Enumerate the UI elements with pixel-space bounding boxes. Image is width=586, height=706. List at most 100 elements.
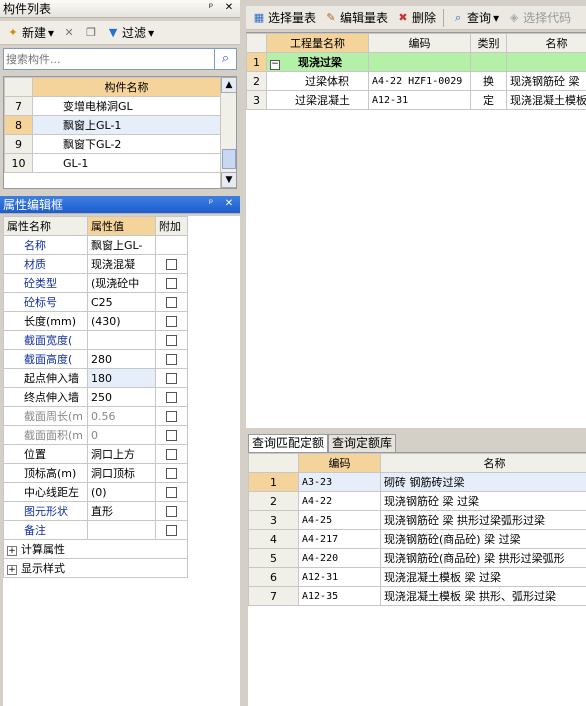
property-value[interactable]: (现浇砼中 bbox=[87, 273, 156, 293]
expand-icon[interactable]: + bbox=[7, 565, 17, 575]
property-value[interactable]: (430) bbox=[87, 311, 156, 331]
group-row-calc[interactable]: + 计算属性 bbox=[3, 539, 188, 559]
property-value[interactable] bbox=[87, 520, 156, 540]
type-cell[interactable]: 换 bbox=[470, 71, 507, 91]
property-row[interactable]: 截面高度(280 bbox=[3, 349, 188, 369]
component-name[interactable]: 飘窗下GL-2 bbox=[32, 134, 221, 154]
property-value[interactable]: 现浇混凝 bbox=[87, 254, 156, 274]
checkbox[interactable] bbox=[166, 449, 177, 460]
quota-code-header[interactable]: 编码 bbox=[298, 453, 381, 473]
quota-name[interactable]: 现浇钢筋砼 梁 拱形过梁弧形过梁 bbox=[380, 510, 586, 530]
quota-code[interactable]: A4-217 bbox=[298, 529, 381, 549]
checkbox[interactable] bbox=[166, 487, 177, 498]
property-row[interactable]: 图元形状 直形 bbox=[3, 501, 188, 521]
code-cell[interactable]: A12-31 bbox=[368, 90, 471, 110]
quantity-name[interactable]: 过梁体积 bbox=[266, 71, 369, 91]
close-icon[interactable]: ✕ bbox=[222, 1, 236, 15]
property-row[interactable]: 截面面积(m 0 bbox=[3, 425, 188, 445]
property-row[interactable]: 名称 飘窗上GL- bbox=[3, 235, 188, 255]
property-row[interactable]: 中心线距左 (0) bbox=[3, 482, 188, 502]
quota-name[interactable]: 砌砖 钢筋砖过梁 bbox=[380, 472, 586, 492]
table-row[interactable]: 7 变增电梯洞GL bbox=[4, 96, 221, 116]
checkbox[interactable] bbox=[166, 392, 177, 403]
property-row[interactable]: 材质 现浇混凝 bbox=[3, 254, 188, 274]
property-row[interactable]: 终点伸入墙 250 bbox=[3, 387, 188, 407]
checkbox[interactable] bbox=[166, 316, 177, 327]
table-row[interactable]: 1 A3-23 砌砖 钢筋砖过梁 bbox=[248, 472, 586, 492]
table-row[interactable]: 10 GL-1 bbox=[4, 153, 221, 173]
property-row[interactable]: 截面周长(m 0.56 bbox=[3, 406, 188, 426]
quota-name[interactable]: 现浇钢筋砼(商品砼) 梁 过梁 bbox=[380, 529, 586, 549]
property-row[interactable]: 顶标高(m) 洞口顶标 bbox=[3, 463, 188, 483]
quota-name[interactable]: 现浇混凝土模板 梁 拱形、弧形过梁 bbox=[380, 586, 586, 606]
group-row-display[interactable]: + 显示样式 bbox=[3, 558, 188, 578]
table-row[interactable]: 4 A4-217 现浇钢筋砼(商品砼) 梁 过梁 bbox=[248, 529, 586, 549]
component-name-header[interactable]: 构件名称 bbox=[32, 77, 221, 97]
table-row[interactable]: 3 A4-25 现浇钢筋砼 梁 拱形过梁弧形过梁 bbox=[248, 510, 586, 530]
edit-quantity-button[interactable]: ✎ 编辑量表 bbox=[321, 8, 391, 28]
quota-name[interactable]: 现浇钢筋砼(商品砼) 梁 拱形过梁弧形 bbox=[380, 548, 586, 568]
table-row[interactable]: 2 A4-22 现浇钢筋砼 梁 过梁 bbox=[248, 491, 586, 511]
component-search-input[interactable] bbox=[3, 48, 215, 70]
select-quantity-button[interactable]: ▦ 选择量表 bbox=[249, 8, 319, 28]
quota-name[interactable]: 现浇混凝土模板 梁 过梁 bbox=[380, 567, 586, 587]
table-row[interactable]: 6 A12-31 现浇混凝土模板 梁 过梁 bbox=[248, 567, 586, 587]
checkbox[interactable] bbox=[166, 411, 177, 422]
quota-code[interactable]: A4-25 bbox=[298, 510, 381, 530]
checkbox[interactable] bbox=[166, 468, 177, 479]
pin-icon[interactable]: ᵖ bbox=[204, 197, 218, 211]
quota-code[interactable]: A12-35 bbox=[298, 586, 381, 606]
collapse-icon[interactable]: − bbox=[270, 60, 280, 70]
quota-name-header[interactable]: 名称 bbox=[380, 453, 586, 473]
desc-cell[interactable]: 现浇钢筋砼 梁 bbox=[506, 71, 586, 91]
quantity-name-header[interactable]: 工程量名称 bbox=[266, 33, 369, 53]
property-value[interactable]: C25 bbox=[87, 292, 156, 312]
scroll-down-icon[interactable]: ▼ bbox=[221, 172, 236, 188]
copy-component-button[interactable]: ❐ bbox=[81, 23, 101, 43]
property-row[interactable]: 起点伸入墙 180 bbox=[3, 368, 188, 388]
table-row[interactable]: 3 过梁混凝土 A12-31 定 现浇混凝土模板 bbox=[246, 90, 586, 110]
table-row[interactable]: 9 飘窗下GL-2 bbox=[4, 134, 221, 154]
checkbox[interactable] bbox=[166, 354, 177, 365]
table-row[interactable]: 8 飘窗上GL-1 bbox=[4, 115, 221, 135]
checkbox[interactable] bbox=[166, 506, 177, 517]
property-value[interactable]: 洞口顶标 bbox=[87, 463, 156, 483]
select-code-button[interactable]: ◈ 选择代码 bbox=[504, 8, 574, 28]
code-cell[interactable]: A4-22 HZF1-0029 bbox=[368, 71, 471, 91]
quota-name[interactable]: 现浇钢筋砼 梁 过梁 bbox=[380, 491, 586, 511]
table-row[interactable]: 2 过梁体积 A4-22 HZF1-0029 换 现浇钢筋砼 梁 bbox=[246, 71, 586, 91]
checkbox[interactable] bbox=[166, 430, 177, 441]
expand-icon[interactable]: + bbox=[7, 546, 17, 556]
property-value[interactable]: 直形 bbox=[87, 501, 156, 521]
checkbox[interactable] bbox=[166, 297, 177, 308]
quota-code[interactable]: A12-31 bbox=[298, 567, 381, 587]
type-header[interactable]: 类别 bbox=[470, 33, 507, 53]
property-row[interactable]: 备注 bbox=[3, 520, 188, 540]
checkbox[interactable] bbox=[166, 373, 177, 384]
property-value[interactable] bbox=[87, 330, 156, 350]
checkbox[interactable] bbox=[166, 278, 177, 289]
property-value[interactable]: 0.56 bbox=[87, 406, 156, 426]
code-header[interactable]: 编码 bbox=[368, 33, 471, 53]
quota-code[interactable]: A4-22 bbox=[298, 491, 381, 511]
component-name[interactable]: GL-1 bbox=[32, 153, 221, 173]
group-name-cell[interactable]: − 现浇过梁 bbox=[266, 52, 369, 72]
quantity-name[interactable]: 过梁混凝土 bbox=[266, 90, 369, 110]
property-row[interactable]: 截面宽度( bbox=[3, 330, 188, 350]
property-value[interactable]: (0) bbox=[87, 482, 156, 502]
tab-query-match[interactable]: 查询匹配定额 bbox=[248, 434, 329, 452]
delete-component-button[interactable]: ✕ bbox=[59, 23, 79, 43]
property-value[interactable]: 280 bbox=[87, 349, 156, 369]
checkbox[interactable] bbox=[166, 335, 177, 346]
property-row[interactable]: 长度(mm) (430) bbox=[3, 311, 188, 331]
table-row[interactable]: 7 A12-35 现浇混凝土模板 梁 拱形、弧形过梁 bbox=[248, 586, 586, 606]
new-button[interactable]: ✦ 新建 ▾ bbox=[3, 23, 57, 43]
query-button[interactable]: ⌕ 查询 ▾ bbox=[448, 8, 502, 28]
filter-button[interactable]: ▼ 过滤 ▾ bbox=[103, 23, 157, 43]
property-row[interactable]: 位置 洞口上方 bbox=[3, 444, 188, 464]
checkbox[interactable] bbox=[166, 259, 177, 270]
quota-code[interactable]: A4-220 bbox=[298, 548, 381, 568]
type-cell[interactable]: 定 bbox=[470, 90, 507, 110]
component-list-scrollbar[interactable]: ▲ ▼ bbox=[220, 77, 236, 188]
property-value[interactable]: 洞口上方 bbox=[87, 444, 156, 464]
